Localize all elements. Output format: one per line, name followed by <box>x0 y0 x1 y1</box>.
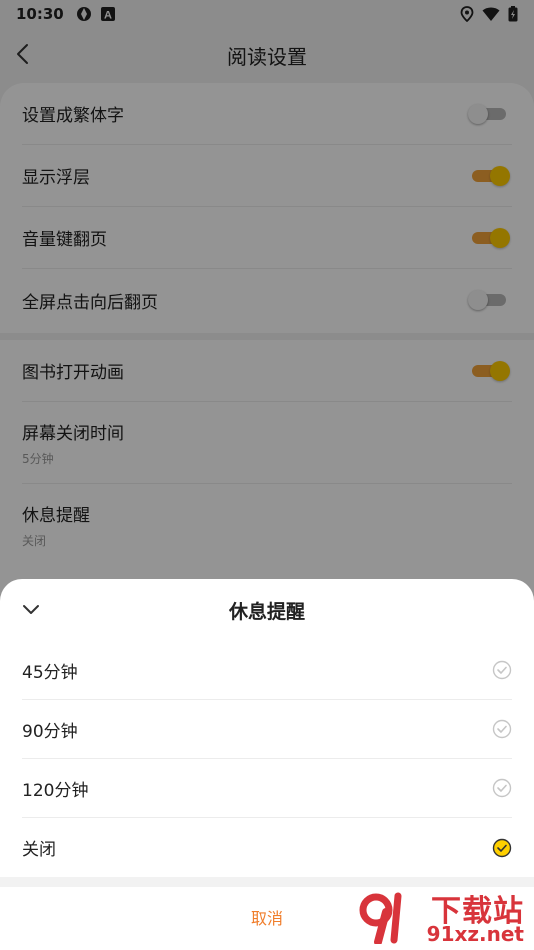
watermark: 下载站 91xz.net <box>354 884 530 948</box>
option-label: 45分钟 <box>22 662 78 683</box>
rest-reminder-sheet: 休息提醒 45分钟 90分钟 120分钟 关闭 取消 下载站 91xz.net <box>0 579 534 950</box>
check-circle-icon <box>492 719 512 739</box>
check-circle-selected-icon <box>492 838 512 857</box>
option-90-min[interactable]: 90分钟 <box>22 700 512 759</box>
option-45-min[interactable]: 45分钟 <box>22 641 512 700</box>
option-label: 120分钟 <box>22 780 89 801</box>
check-circle-icon <box>492 778 512 798</box>
sheet-header: 休息提醒 <box>0 579 534 641</box>
check-circle-icon <box>492 660 512 680</box>
option-120-min[interactable]: 120分钟 <box>22 759 512 818</box>
option-off[interactable]: 关闭 <box>22 818 512 877</box>
option-label: 关闭 <box>22 840 56 860</box>
option-label: 90分钟 <box>22 721 78 742</box>
watermark-logo-icon <box>359 892 402 944</box>
chevron-down-icon[interactable] <box>20 599 42 621</box>
sheet-title: 休息提醒 <box>228 600 305 623</box>
watermark-url: 91xz.net <box>426 922 524 946</box>
